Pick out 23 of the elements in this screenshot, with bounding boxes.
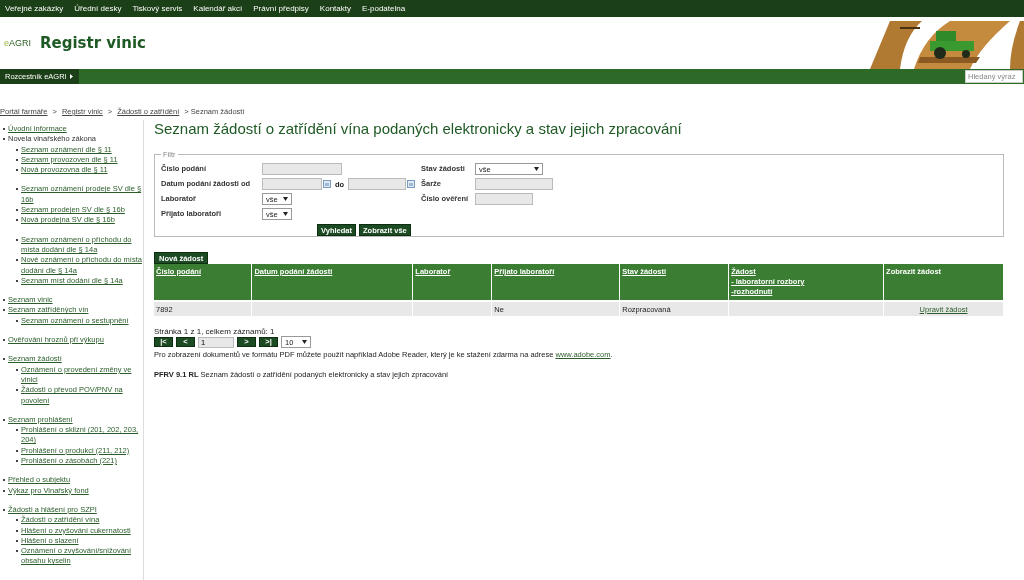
page-title: Seznam žádostí o zatřídění vína podaných elektronicky a stav jejich zpracování (154, 120, 683, 137)
top-nav-link[interactable]: Veřejné zakázky (5, 4, 64, 13)
caret-icon (302, 340, 307, 344)
top-nav-link[interactable]: E-podatelna (362, 4, 406, 13)
date-field[interactable] (348, 178, 407, 190)
arrow-icon (69, 74, 73, 79)
top-nav-link[interactable]: Kontakty (319, 4, 351, 13)
date-field[interactable] (262, 178, 322, 190)
caret-icon (283, 197, 288, 201)
top-nav-link[interactable]: Úřední desky (74, 4, 122, 13)
top-nav-link[interactable]: Právní předpisy (253, 4, 309, 13)
page-summary: Stránka 1 z 1, celkem záznamů: 1 (154, 327, 276, 336)
text-field[interactable] (475, 178, 553, 190)
top-nav-link[interactable]: Kalendář akcí (193, 4, 243, 13)
logo[interactable]: eAGRI (4, 38, 40, 48)
site-title: Registr vinic (40, 34, 146, 52)
calendar-icon[interactable] (407, 180, 416, 188)
text-field[interactable] (475, 193, 533, 205)
calendar-icon[interactable] (323, 180, 331, 188)
caret-icon (283, 212, 288, 216)
top-nav-link[interactable]: Tiskový servis (132, 4, 183, 13)
caret-icon (534, 167, 539, 171)
text-field[interactable] (262, 163, 342, 175)
